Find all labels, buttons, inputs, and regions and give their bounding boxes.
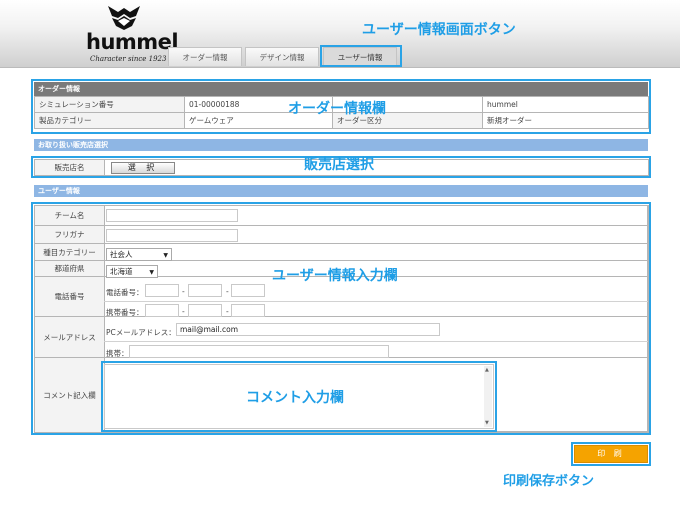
callout-user-tab: ユーザー情報画面ボタン (362, 22, 516, 38)
prefecture-select[interactable]: 北海道 ▼ (106, 265, 158, 278)
category-select[interactable]: 社会人 ▼ (106, 248, 172, 261)
team-name-input[interactable] (106, 209, 238, 222)
tel-input-1[interactable] (145, 284, 179, 297)
store-section-title: お取り扱い販売店選択 (34, 139, 648, 151)
textarea-scrollbar[interactable]: ▲ ▼ (484, 366, 492, 427)
order-cell: hummel (482, 96, 649, 113)
mobile-input-2[interactable] (188, 304, 222, 317)
phone-label: 電話番号 (34, 276, 105, 317)
brand-name: hummel (86, 30, 179, 54)
category-label: 種目カテゴリー (34, 243, 105, 261)
category-select-value: 社会人 (110, 250, 133, 259)
callout-user-input: ユーザー情報入力欄 (272, 268, 398, 284)
hummel-bee-logo-icon (108, 6, 140, 30)
callout-order: オーダー情報欄 (288, 101, 386, 117)
print-button[interactable]: 印 刷 (574, 445, 648, 463)
store-select-button[interactable]: 選 択 (111, 162, 175, 174)
tab-order-info[interactable]: オーダー情報 (168, 47, 242, 66)
chevron-down-icon: ▼ (149, 269, 154, 276)
pc-mail-input[interactable]: mail@mail.com (176, 323, 440, 336)
mail-divider (104, 341, 648, 342)
pc-mail-sub-label: PCメールアドレス： (106, 328, 176, 337)
mobile-mail-sub-label: 携帯： (106, 349, 129, 358)
mobile-sub-label: 携帯番号： (106, 308, 144, 317)
callout-print: 印刷保存ボタン (503, 474, 595, 489)
callout-store: 販売店選択 (304, 157, 374, 173)
kana-label: フリガナ (34, 225, 105, 244)
order-cell: シミュレーション番号 (34, 96, 185, 113)
scroll-down-icon[interactable]: ▼ (485, 420, 489, 426)
app-header: hummel Character since 1923 オーダー情報 デザイン情… (0, 0, 680, 68)
chevron-down-icon: ▼ (163, 252, 168, 259)
comment-label: コメント記入欄 (34, 357, 105, 433)
order-cell: 新規オーダー (482, 112, 649, 129)
mobile-dash: - (226, 307, 229, 316)
prefecture-select-value: 北海道 (110, 267, 133, 276)
tab-user-info[interactable]: ユーザー情報 (323, 47, 397, 66)
mobile-input-3[interactable] (231, 304, 265, 317)
mobile-mail-input[interactable] (129, 345, 389, 358)
tab-design-info[interactable]: デザイン情報 (245, 47, 319, 66)
mail-label: メールアドレス (34, 316, 105, 358)
order-cell: 製品カテゴリー (34, 112, 185, 129)
tel-dash: - (182, 287, 185, 296)
brand-tagline: Character since 1923 (90, 55, 167, 63)
tel-sub-label: 電話番号： (106, 288, 144, 297)
tel-input-3[interactable] (231, 284, 265, 297)
order-section-title: オーダー情報 (34, 82, 648, 96)
store-name-label: 販売店名 (34, 159, 105, 176)
scroll-up-icon[interactable]: ▲ (485, 367, 489, 373)
kana-input[interactable] (106, 229, 238, 242)
user-section-title: ユーザー情報 (34, 185, 648, 197)
tel-input-2[interactable] (188, 284, 222, 297)
phone-divider (104, 301, 648, 302)
mobile-dash: - (182, 307, 185, 316)
team-name-label: チーム名 (34, 205, 105, 226)
tel-dash: - (226, 287, 229, 296)
prefecture-label: 都道府県 (34, 260, 105, 277)
mobile-input-1[interactable] (145, 304, 179, 317)
callout-comment: コメント入力欄 (246, 390, 344, 406)
